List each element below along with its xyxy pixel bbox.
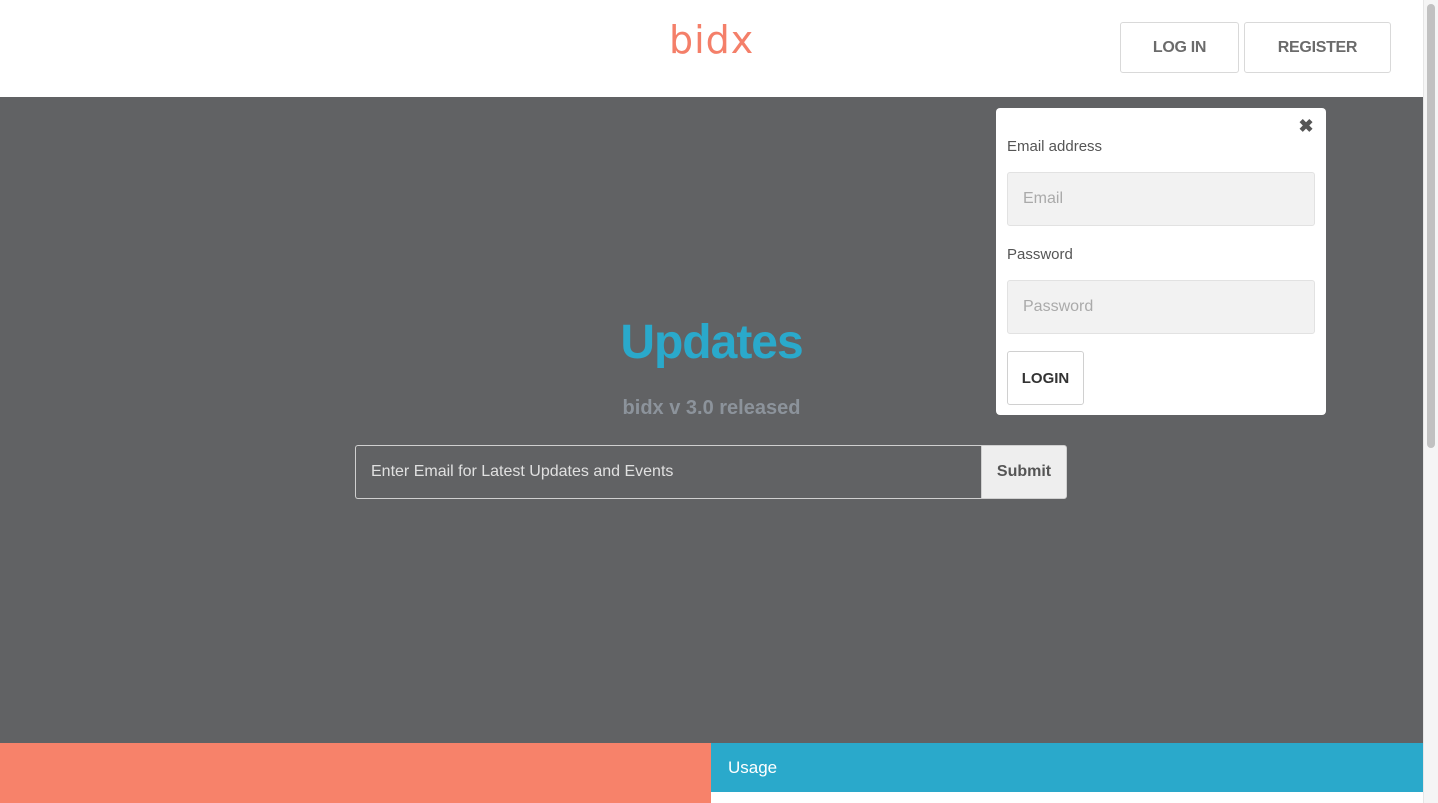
password-field[interactable] (1007, 280, 1315, 334)
usage-panel-body (711, 792, 1423, 803)
subscribe-submit-button[interactable]: Submit (981, 445, 1067, 499)
site-logo[interactable]: bidx (669, 18, 754, 62)
email-field[interactable] (1007, 172, 1315, 226)
subscribe-email-input[interactable] (355, 445, 981, 499)
usage-panel-header: Usage (711, 743, 1423, 792)
footer-band-left (0, 743, 711, 803)
close-icon[interactable]: ✖ (1298, 116, 1314, 136)
scrollbar-thumb[interactable] (1427, 4, 1435, 448)
email-label: Email address (1007, 138, 1103, 155)
site-header: bidx LOG IN REGISTER (0, 0, 1423, 97)
subscribe-form: Submit (355, 445, 1067, 499)
register-button[interactable]: REGISTER (1244, 22, 1391, 73)
page-scrollbar[interactable] (1423, 0, 1438, 803)
login-submit-button[interactable]: LOGIN (1007, 351, 1084, 405)
password-label: Password (1007, 246, 1073, 263)
login-popup: ✖ Email address Password LOGIN (996, 108, 1326, 415)
usage-label: Usage (728, 758, 778, 777)
login-button[interactable]: LOG IN (1120, 22, 1239, 73)
